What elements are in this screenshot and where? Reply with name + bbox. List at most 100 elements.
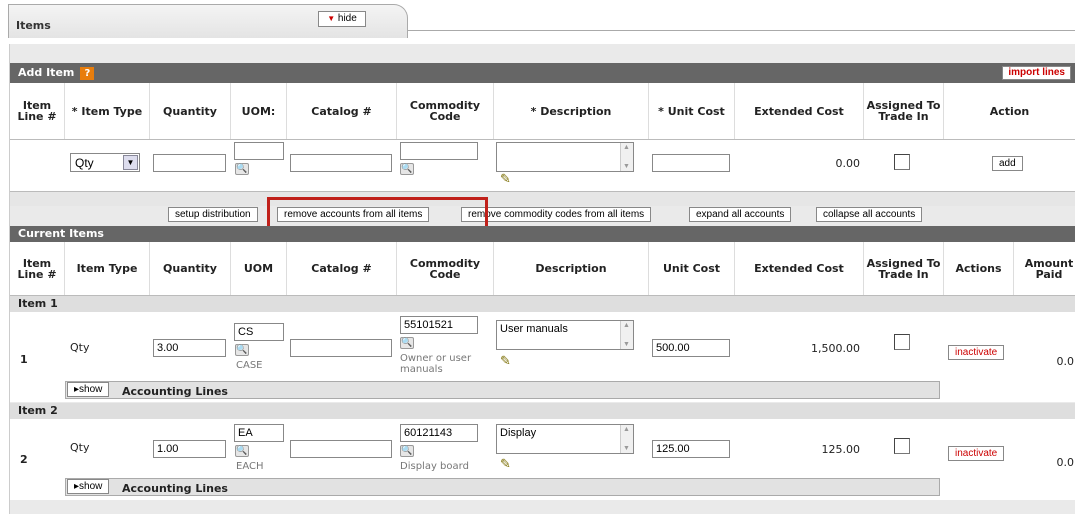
col-item-type: * Item Type — [65, 83, 150, 139]
scrollbar[interactable] — [620, 425, 633, 453]
catalog-input[interactable] — [290, 154, 392, 172]
item-type: Qty — [70, 341, 90, 354]
scrollbar[interactable] — [620, 143, 633, 171]
col-extended-cost: Extended Cost — [735, 83, 864, 139]
item-row: 2 Qty 1.00 EA 🔍 EACH 60121143 🔍 Display … — [10, 419, 1075, 476]
current-items-title: Current Items — [18, 227, 104, 240]
catalog-input[interactable] — [290, 440, 392, 458]
item-line-number: 2 — [20, 453, 28, 466]
magnifier-icon[interactable]: 🔍 — [400, 163, 414, 175]
col-amount-paid: Amount Paid — [1024, 256, 1074, 281]
item-type-value: Qty — [75, 156, 94, 170]
col-description: * Description — [494, 83, 649, 139]
pencil-icon[interactable]: ✎ — [500, 354, 511, 369]
description-value: User manuals — [500, 323, 568, 335]
item-row: 1 Qty 3.00 CS 🔍 CASE 55101521 🔍 Owner or… — [10, 312, 1075, 378]
col-catalog: Catalog # — [287, 242, 397, 295]
magnifier-icon[interactable]: 🔍 — [400, 337, 414, 349]
inactivate-button[interactable]: inactivate — [948, 446, 1005, 461]
trade-in-checkbox[interactable] — [894, 154, 910, 170]
description-input[interactable]: User manuals — [496, 320, 634, 350]
commodity-description: Owner or user manuals — [400, 353, 472, 375]
uom-description: CASE — [236, 360, 263, 371]
toolbar: setup distribution remove accounts from … — [10, 206, 1075, 226]
chevron-down-icon: ▼ — [123, 155, 138, 170]
commodity-description: Display board — [400, 461, 469, 472]
magnifier-icon[interactable]: 🔍 — [235, 344, 249, 356]
col-uom: UOM — [231, 242, 287, 295]
quantity-input[interactable] — [153, 154, 226, 172]
add-item-title: Add Item — [18, 66, 75, 79]
highlight-box — [267, 197, 488, 229]
inactivate-button[interactable]: inactivate — [948, 345, 1005, 360]
tab-title: Items — [16, 19, 51, 32]
description-input[interactable]: Display — [496, 424, 634, 454]
unit-cost-input[interactable]: 125.00 — [652, 440, 730, 458]
col-unit-cost: * Unit Cost — [649, 83, 735, 139]
expand-all-accounts-button[interactable]: expand all accounts — [689, 207, 792, 222]
trade-in-checkbox[interactable] — [894, 334, 910, 350]
caret-down-icon: ▼ — [327, 14, 336, 23]
col-trade-in: Assigned To Trade In — [864, 242, 944, 295]
unit-cost-input[interactable] — [652, 154, 730, 172]
col-item-line: Item Line # — [10, 242, 65, 295]
toolbar-spacer — [10, 192, 1075, 206]
uom-input[interactable] — [234, 142, 284, 160]
quantity-input[interactable]: 3.00 — [153, 339, 226, 357]
uom-description: EACH — [236, 461, 264, 472]
accounting-lines-label: Accounting Lines — [122, 385, 228, 398]
item-line-number: 1 — [20, 353, 28, 366]
uom-input[interactable]: EA — [234, 424, 284, 442]
help-icon[interactable]: ? — [80, 66, 95, 80]
add-button[interactable]: add — [992, 156, 1023, 171]
magnifier-icon[interactable]: 🔍 — [400, 445, 414, 457]
catalog-input[interactable] — [290, 339, 392, 357]
commodity-input[interactable]: 60121143 — [400, 424, 478, 442]
col-extended-cost: Extended Cost — [735, 242, 864, 295]
show-accounting-button[interactable]: ▸show — [67, 479, 110, 494]
unit-cost-input[interactable]: 500.00 — [652, 339, 730, 357]
pencil-icon[interactable]: ✎ — [500, 172, 511, 187]
col-trade-in: Assigned To Trade In — [864, 83, 944, 139]
amount-paid-value: 0.0 — [1056, 355, 1075, 368]
description-input[interactable] — [496, 142, 634, 172]
col-item-type: Item Type — [65, 242, 150, 295]
magnifier-icon[interactable]: 🔍 — [235, 445, 249, 457]
item-type: Qty — [70, 441, 90, 454]
extended-cost-value: 1,500.00 — [811, 342, 860, 355]
col-action: Action — [989, 104, 1030, 118]
show-accounting-button[interactable]: ▸show — [67, 382, 110, 397]
col-unit-cost: Unit Cost — [649, 242, 735, 295]
col-actions: Actions — [944, 242, 1014, 295]
col-commodity: Commodity Code — [397, 242, 494, 295]
quantity-input[interactable]: 1.00 — [153, 440, 226, 458]
add-item-row: Qty ▼ 🔍 🔍 ✎ 0.00 add — [10, 140, 1075, 192]
tab-underline — [408, 30, 1075, 31]
commodity-input[interactable] — [400, 142, 478, 160]
col-quantity: Quantity — [150, 83, 231, 139]
scrollbar[interactable] — [620, 321, 633, 349]
magnifier-icon[interactable]: 🔍 — [235, 163, 249, 175]
extended-cost-value: 125.00 — [821, 443, 861, 456]
hide-label: hide — [337, 13, 357, 24]
col-commodity: Commodity Code — [397, 83, 494, 139]
hide-button[interactable]: ▼ hide — [318, 11, 366, 27]
import-lines-button[interactable]: import lines — [1002, 66, 1071, 80]
current-items-header: Current Items — [10, 226, 1075, 242]
amount-paid-value: 0.0 — [1056, 456, 1075, 469]
trade-in-checkbox[interactable] — [894, 438, 910, 454]
extended-cost-value: 0.00 — [835, 157, 861, 170]
setup-distribution-button[interactable]: setup distribution — [168, 207, 258, 222]
commodity-input[interactable]: 55101521 — [400, 316, 478, 334]
pencil-icon[interactable]: ✎ — [500, 457, 511, 472]
uom-input[interactable]: CS — [234, 323, 284, 341]
collapse-all-accounts-button[interactable]: collapse all accounts — [816, 207, 923, 222]
remove-commodity-codes-button[interactable]: remove commodity codes from all items — [461, 207, 652, 222]
show-label: show — [79, 384, 103, 395]
col-description: Description — [494, 242, 649, 295]
item-label: Item 2 — [10, 403, 1075, 419]
col-catalog: Catalog # — [287, 83, 397, 139]
current-items-header-row: Item Line # Item Type Quantity UOM Catal… — [10, 242, 1075, 296]
show-label: show — [79, 481, 103, 492]
item-type-select[interactable]: Qty ▼ — [70, 153, 140, 172]
